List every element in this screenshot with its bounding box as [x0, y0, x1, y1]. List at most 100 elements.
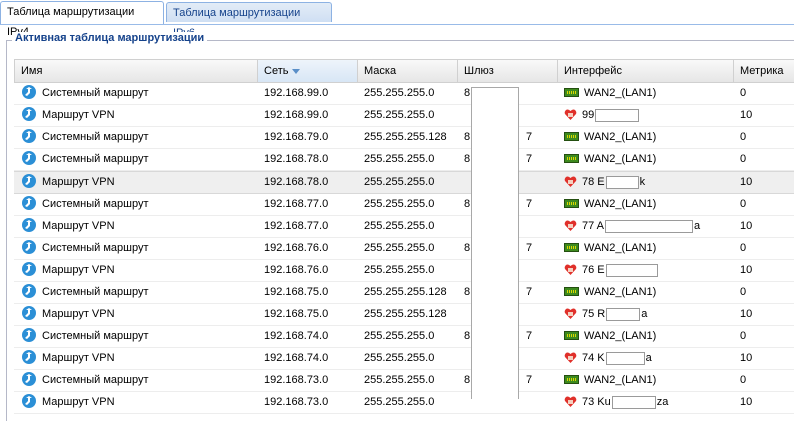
route-icon — [22, 129, 36, 144]
interface-redaction — [595, 108, 640, 122]
network-card-icon — [564, 153, 579, 163]
route-mask: 255.255.255.0 — [364, 87, 435, 99]
vpn-heart-icon — [564, 219, 577, 232]
interface-label-tail: a — [645, 352, 652, 364]
route-name: Системный маршрут — [22, 127, 262, 148]
route-name-label: Маршрут VPN — [42, 176, 115, 188]
route-gateway-start: 8 — [464, 242, 471, 254]
interface-redaction — [605, 263, 658, 277]
route-gateway-end: 7 — [526, 153, 533, 165]
route-gateway-end: 7 — [526, 374, 533, 386]
table-row[interactable]: Маршрут VPN 192.168.77.0 255.255.255.0 77 A… — [14, 216, 794, 238]
route-interface: WAN2_(LAN1) — [564, 282, 656, 303]
route-interface: 78 E k — [564, 172, 645, 193]
route-name: Системный маршрут — [22, 326, 262, 347]
route-network: 192.168.99.0 — [264, 87, 329, 99]
interface-redaction — [605, 219, 694, 233]
tab-ipv4[interactable]: Таблица маршрутизации IPv4 — [0, 1, 164, 38]
route-icon — [22, 151, 36, 166]
table-row[interactable]: Маршрут VPN 192.168.75.0 255.255.255.128 75… — [14, 304, 794, 326]
route-gateway-start: 8 — [464, 153, 471, 165]
route-name-label: Маршрут VPN — [42, 396, 115, 408]
route-icon — [22, 85, 36, 100]
route-name: Маршрут VPN — [22, 348, 262, 369]
route-interface: 76 E — [564, 260, 659, 281]
column-header-interface-label: Интерфейс — [564, 65, 622, 77]
route-name: Системный маршрут — [22, 370, 262, 391]
route-name: Системный маршрут — [22, 149, 262, 170]
table-row[interactable]: Системный маршрут 192.168.79.0 255.255.255… — [14, 127, 794, 149]
table-row[interactable]: Системный маршрут 192.168.74.0 255.255.255… — [14, 326, 794, 348]
route-metric: 10 — [740, 109, 753, 121]
table-row[interactable]: Маршрут VPN 192.168.78.0 255.255.255.0 78 E… — [14, 171, 794, 194]
route-metric: 10 — [740, 352, 753, 364]
table-row[interactable]: Системный маршрут 192.168.76.0 255.255.255… — [14, 238, 794, 260]
table-row[interactable]: Маршрут VPN 192.168.73.0 255.255.255.0 73 K… — [14, 392, 794, 414]
table-row[interactable]: Системный маршрут 192.168.77.0 255.255.255… — [14, 194, 794, 216]
interface-redaction — [611, 395, 656, 409]
table-row[interactable]: Маршрут VPN 192.168.99.0 255.255.255.0 99 10 — [14, 105, 794, 127]
route-name: Маршрут VPN — [22, 172, 262, 193]
vpn-heart-icon — [564, 351, 577, 364]
route-name-label: Маршрут VPN — [42, 264, 115, 276]
route-mask: 255.255.255.0 — [364, 242, 435, 254]
interface-label: WAN2_(LAN1) — [584, 286, 657, 298]
route-network: 192.168.74.0 — [264, 352, 329, 364]
sort-descending-icon — [292, 68, 301, 74]
table-row[interactable]: Маршрут VPN 192.168.76.0 255.255.255.0 76 E… — [14, 260, 794, 282]
column-header-metric[interactable]: Метрика — [733, 60, 794, 82]
route-interface: 75 R a — [564, 304, 647, 325]
route-name-label: Системный маршрут — [42, 198, 149, 210]
route-name-label: Маршрут VPN — [42, 109, 115, 121]
route-network: 192.168.76.0 — [264, 242, 329, 254]
interface-label: 75 R — [582, 308, 606, 320]
route-interface: 99 — [564, 105, 640, 126]
route-icon — [22, 240, 36, 255]
route-network: 192.168.74.0 — [264, 330, 329, 342]
column-header-interface[interactable]: Интерфейс — [557, 60, 733, 82]
network-card-icon — [564, 330, 579, 340]
route-metric: 0 — [740, 330, 747, 342]
route-mask: 255.255.255.0 — [364, 352, 435, 364]
table-row[interactable]: Маршрут VPN 192.168.74.0 255.255.255.0 74 K… — [14, 348, 794, 370]
route-network: 192.168.76.0 — [264, 264, 329, 276]
interface-label: WAN2_(LAN1) — [584, 87, 657, 99]
route-name: Системный маршрут — [22, 282, 262, 303]
route-network: 192.168.78.0 — [264, 153, 329, 165]
table-row[interactable]: Системный маршрут 192.168.99.0 255.255.255… — [14, 83, 794, 105]
route-icon — [22, 262, 36, 277]
column-header-gateway[interactable]: Шлюз — [457, 60, 557, 82]
route-mask: 255.255.255.0 — [364, 109, 435, 121]
route-metric: 10 — [740, 264, 753, 276]
table-row[interactable]: Системный маршрут 192.168.75.0 255.255.255… — [14, 282, 794, 304]
route-icon — [22, 350, 36, 365]
table-row[interactable]: Системный маршрут 192.168.73.0 255.255.255… — [14, 370, 794, 392]
route-metric: 0 — [740, 153, 747, 165]
route-name-label: Маршрут VPN — [42, 220, 115, 232]
route-icon — [22, 174, 36, 189]
tab-ipv6[interactable]: Таблица маршрутизации IPv6 — [166, 2, 332, 39]
column-header-name[interactable]: Имя — [14, 60, 257, 82]
interface-label-tail: a — [694, 220, 701, 232]
route-name: Системный маршрут — [22, 238, 262, 259]
route-metric: 0 — [740, 242, 747, 254]
vpn-heart-icon — [564, 395, 577, 408]
route-interface: WAN2_(LAN1) — [564, 326, 656, 347]
interface-label: 77 A — [582, 220, 605, 232]
route-network: 192.168.77.0 — [264, 220, 329, 232]
route-gateway-end: 7 — [526, 286, 533, 298]
column-header-network[interactable]: Сеть — [257, 60, 357, 82]
route-name: Маршрут VPN — [22, 260, 262, 281]
route-gateway-start: 8 — [464, 330, 471, 342]
route-interface: 73 Ku za — [564, 392, 668, 413]
table-row[interactable]: Системный маршрут 192.168.78.0 255.255.255… — [14, 149, 794, 171]
vpn-heart-icon — [564, 263, 577, 276]
interface-redaction — [605, 175, 639, 189]
route-gateway-end: 7 — [526, 131, 533, 143]
route-name: Системный маршрут — [22, 83, 262, 104]
route-icon — [22, 107, 36, 122]
route-name-label: Системный маршрут — [42, 330, 149, 342]
column-header-mask[interactable]: Маска — [357, 60, 457, 82]
grid-body: Системный маршрут 192.168.99.0 255.255.255… — [14, 83, 794, 414]
route-gateway-start: 8 — [464, 131, 471, 143]
